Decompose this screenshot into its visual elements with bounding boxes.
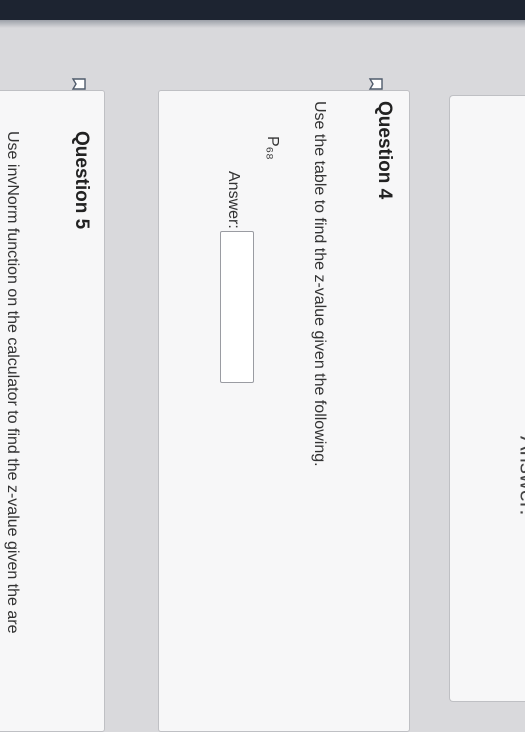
flag-icon[interactable] xyxy=(71,76,87,92)
percentile-label: P₆₈ xyxy=(264,136,281,160)
question-title: Question 5 xyxy=(71,131,92,230)
question-4-card: Question 4 Use the table to find the z-v… xyxy=(158,78,410,732)
answer-input[interactable] xyxy=(220,231,254,383)
rotated-page: Answer: Question 4 Use the table to find… xyxy=(0,0,525,732)
question-5-card: Question 5 Use invNorm function on the c… xyxy=(0,78,105,732)
answer-label: Answer: xyxy=(225,171,242,229)
question-title: Question 4 xyxy=(374,101,395,200)
previous-answer-label: Answer: xyxy=(515,436,525,516)
question-prompt: Use the table to find the z-value given … xyxy=(311,101,328,467)
flag-icon[interactable] xyxy=(368,76,384,92)
question-prompt: Use invNorm function on the calculator t… xyxy=(4,131,21,634)
previous-question-card: Answer: xyxy=(449,95,525,702)
